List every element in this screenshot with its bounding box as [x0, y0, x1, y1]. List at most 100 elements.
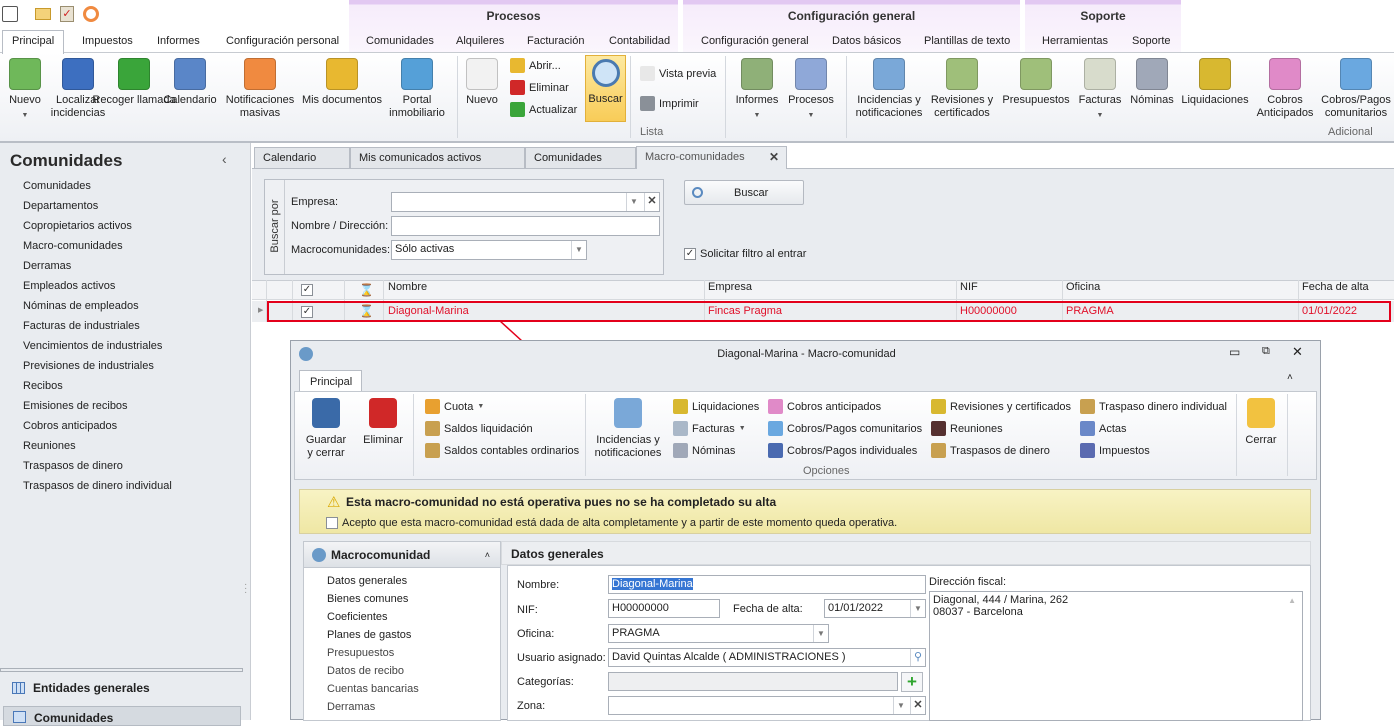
column-header-fecha-alta[interactable]: Fecha de alta [1302, 281, 1369, 293]
chevron-down-icon[interactable]: ▼ [893, 697, 908, 714]
tab-soporte[interactable]: Soporte [1132, 35, 1171, 47]
nombre-direccion-input[interactable] [391, 216, 660, 236]
ribbon-button-vista-previa[interactable]: Vista previa [640, 66, 716, 81]
left-nav-item-emisiones-de-recibos[interactable]: Emisiones de recibos [23, 400, 128, 412]
nav-item-planes-de-gastos[interactable]: Planes de gastos [327, 629, 411, 641]
dialog-button-liquidaciones[interactable]: Liquidaciones [673, 399, 759, 414]
chevron-down-icon[interactable]: ▼ [571, 241, 586, 259]
dialog-button-revisiones-y-certificados[interactable]: Revisiones y certificados [931, 399, 1071, 414]
usuario-asignado-input[interactable]: David Quintas Alcalde ( ADMINISTRACIONES… [608, 648, 926, 667]
collapse-panel-button[interactable]: ‹ [222, 151, 227, 167]
left-nav-item-empleados-activos[interactable]: Empleados activos [23, 280, 115, 292]
solicitar-filtro-checkbox[interactable]: ✓ Solicitar filtro al entrar [684, 248, 806, 260]
dialog-button-impuestos[interactable]: Impuestos [1080, 443, 1150, 458]
section-entidades-generales[interactable]: Entidades generales [12, 681, 150, 695]
dialog-button-traspasos-de-dinero[interactable]: Traspasos de dinero [931, 443, 1050, 458]
chevron-down-icon[interactable]: ▼ [910, 600, 925, 617]
close-icon[interactable]: ✕ [769, 150, 779, 164]
ribbon-button-imprimir[interactable]: Imprimir [640, 96, 699, 111]
dialog-button-incidencias-y-notificaciones[interactable]: Incidencias y notificaciones [586, 398, 670, 460]
checkbox[interactable]: ✓ [301, 284, 313, 296]
header-select-all-checkbox[interactable]: ✓ [301, 283, 313, 296]
tab-principal[interactable]: Principal [12, 35, 54, 47]
tab-calendario[interactable]: Calendario [254, 147, 350, 169]
ribbon-button-cobros-pagos-comunitarios[interactable]: Cobros/Pagos comunitarios [1314, 58, 1394, 120]
left-nav-item-comunidades[interactable]: Comunidades [23, 180, 91, 192]
home-icon[interactable] [2, 6, 18, 22]
dialog-button-cobros-pagos-comunitarios[interactable]: Cobros/Pagos comunitarios [768, 421, 922, 436]
left-nav-item-traspasos-de-dinero[interactable]: Traspasos de dinero [23, 460, 123, 472]
left-nav-item-macro-comunidades[interactable]: Macro-comunidades [23, 240, 123, 252]
checkbox[interactable]: ✓ [684, 248, 696, 260]
left-nav-item-cobros-anticipados[interactable]: Cobros anticipados [23, 420, 117, 432]
tab-mis-comunicados[interactable]: Mis comunicados activos [350, 147, 525, 169]
nav-item-cuentas-bancarias[interactable]: Cuentas bancarias [327, 683, 419, 695]
chevron-up-icon[interactable]: ˄ [485, 550, 490, 560]
dialog-button-cobros-pagos-individuales[interactable]: Cobros/Pagos individuales [768, 443, 917, 458]
nav-item-bienes-comunes[interactable]: Bienes comunes [327, 593, 408, 605]
dialog-button-saldos-liquidacion[interactable]: Saldos liquidación [425, 421, 533, 436]
maximize-button[interactable]: ⧉ [1262, 345, 1270, 358]
zona-combo[interactable]: ▼ ✕ [608, 696, 926, 715]
nombre-input[interactable]: Diagonal-Marina [608, 575, 926, 594]
left-nav-item-copropietarios-activos[interactable]: Copropietarios activos [23, 220, 132, 232]
collapse-ribbon-button[interactable]: ˄ [1287, 372, 1293, 383]
categorias-input[interactable] [608, 672, 898, 691]
dialog-button-cobros-anticipados[interactable]: Cobros anticipados [768, 399, 881, 414]
tab-configuracion-general[interactable]: Configuración general [701, 35, 809, 47]
tab-comunidades[interactable]: Comunidades [366, 35, 434, 47]
clear-icon[interactable]: ✕ [644, 193, 659, 211]
ribbon-button-actualizar[interactable]: Actualizar [510, 102, 577, 117]
empresa-combo[interactable]: ▼ ✕ [391, 192, 660, 212]
tab-impuestos[interactable]: Impuestos [82, 35, 133, 47]
nav-header[interactable]: Macrocomunidad ˄ [304, 542, 500, 568]
minimize-button[interactable]: ▭ [1229, 345, 1240, 359]
add-categoria-button[interactable]: + [901, 672, 923, 692]
left-nav-item-traspasos-de-dinero-individual[interactable]: Traspasos de dinero individual [23, 480, 172, 492]
accept-checkbox[interactable]: Acepto que esta macro-comunidad está dad… [326, 517, 897, 529]
left-nav-item-reuniones[interactable]: Reuniones [23, 440, 76, 452]
tab-alquileres[interactable]: Alquileres [456, 35, 504, 47]
close-button[interactable]: ✕ [1292, 344, 1303, 360]
tab-macro-comunidades[interactable]: Macro-comunidades ✕ [636, 146, 787, 169]
buscar-button[interactable]: Buscar [684, 180, 804, 205]
search-icon[interactable]: ⚲ [910, 649, 925, 666]
mail-icon[interactable] [35, 8, 51, 20]
nif-input[interactable]: H00000000 [608, 599, 720, 618]
scroll-up-icon[interactable]: ▲ [1288, 595, 1296, 607]
direccion-fiscal-textarea[interactable]: Diagonal, 444 / Marina, 262 08037 - Barc… [929, 591, 1303, 721]
panel-splitter[interactable]: · · · [244, 580, 247, 598]
ribbon-button-incidencias-y-notificaciones[interactable]: Incidencias y notificaciones [847, 58, 931, 120]
chevron-down-icon[interactable]: ▼ [626, 193, 641, 211]
nav-item-presupuestos[interactable]: Presupuestos [327, 647, 394, 659]
ribbon-button-abrir[interactable]: Abrir... [510, 58, 561, 73]
column-header-nif[interactable]: NIF [960, 281, 978, 293]
ribbon-button-revisiones-y-certificados[interactable]: Revisiones y certificados [920, 58, 1004, 120]
broadcast-icon[interactable] [83, 6, 99, 22]
left-nav-item-previsiones-de-industriales[interactable]: Previsiones de industriales [23, 360, 154, 372]
oficina-select[interactable]: PRAGMA ▼ [608, 624, 829, 643]
dialog-button-cerrar[interactable]: Cerrar [1219, 398, 1303, 447]
column-header-nombre[interactable]: Nombre [388, 281, 427, 293]
tab-comunidades[interactable]: Comunidades [525, 147, 636, 169]
column-header-oficina[interactable]: Oficina [1066, 281, 1100, 293]
dialog-button-actas[interactable]: Actas [1080, 421, 1127, 436]
clear-icon[interactable]: ✕ [910, 697, 925, 714]
fecha-alta-input[interactable]: 01/01/2022 ▼ [824, 599, 926, 618]
tab-facturacion[interactable]: Facturación [527, 35, 584, 47]
tab-herramientas[interactable]: Herramientas [1042, 35, 1108, 47]
tab-contabilidad[interactable]: Contabilidad [609, 35, 670, 47]
nav-item-datos-de-recibo[interactable]: Datos de recibo [327, 665, 404, 677]
dialog-button-cuota[interactable]: Cuota ▼ [425, 399, 484, 414]
ribbon-button-eliminar[interactable]: Eliminar [510, 80, 569, 95]
chevron-down-icon[interactable]: ▼ [813, 625, 828, 642]
column-header-empresa[interactable]: Empresa [708, 281, 752, 293]
tab-principal[interactable]: Principal [299, 370, 362, 392]
dialog-button-facturas[interactable]: Facturas ▼ [673, 421, 746, 436]
left-nav-item-facturas-de-industriales[interactable]: Facturas de industriales [23, 320, 140, 332]
tab-datos-basicos[interactable]: Datos básicos [832, 35, 901, 47]
left-nav-item-derramas[interactable]: Derramas [23, 260, 71, 272]
dialog-button-reuniones[interactable]: Reuniones [931, 421, 1003, 436]
left-nav-item-vencimientos-de-industriales[interactable]: Vencimientos de industriales [23, 340, 162, 352]
dialog-button-nominas[interactable]: Nóminas [673, 443, 735, 458]
